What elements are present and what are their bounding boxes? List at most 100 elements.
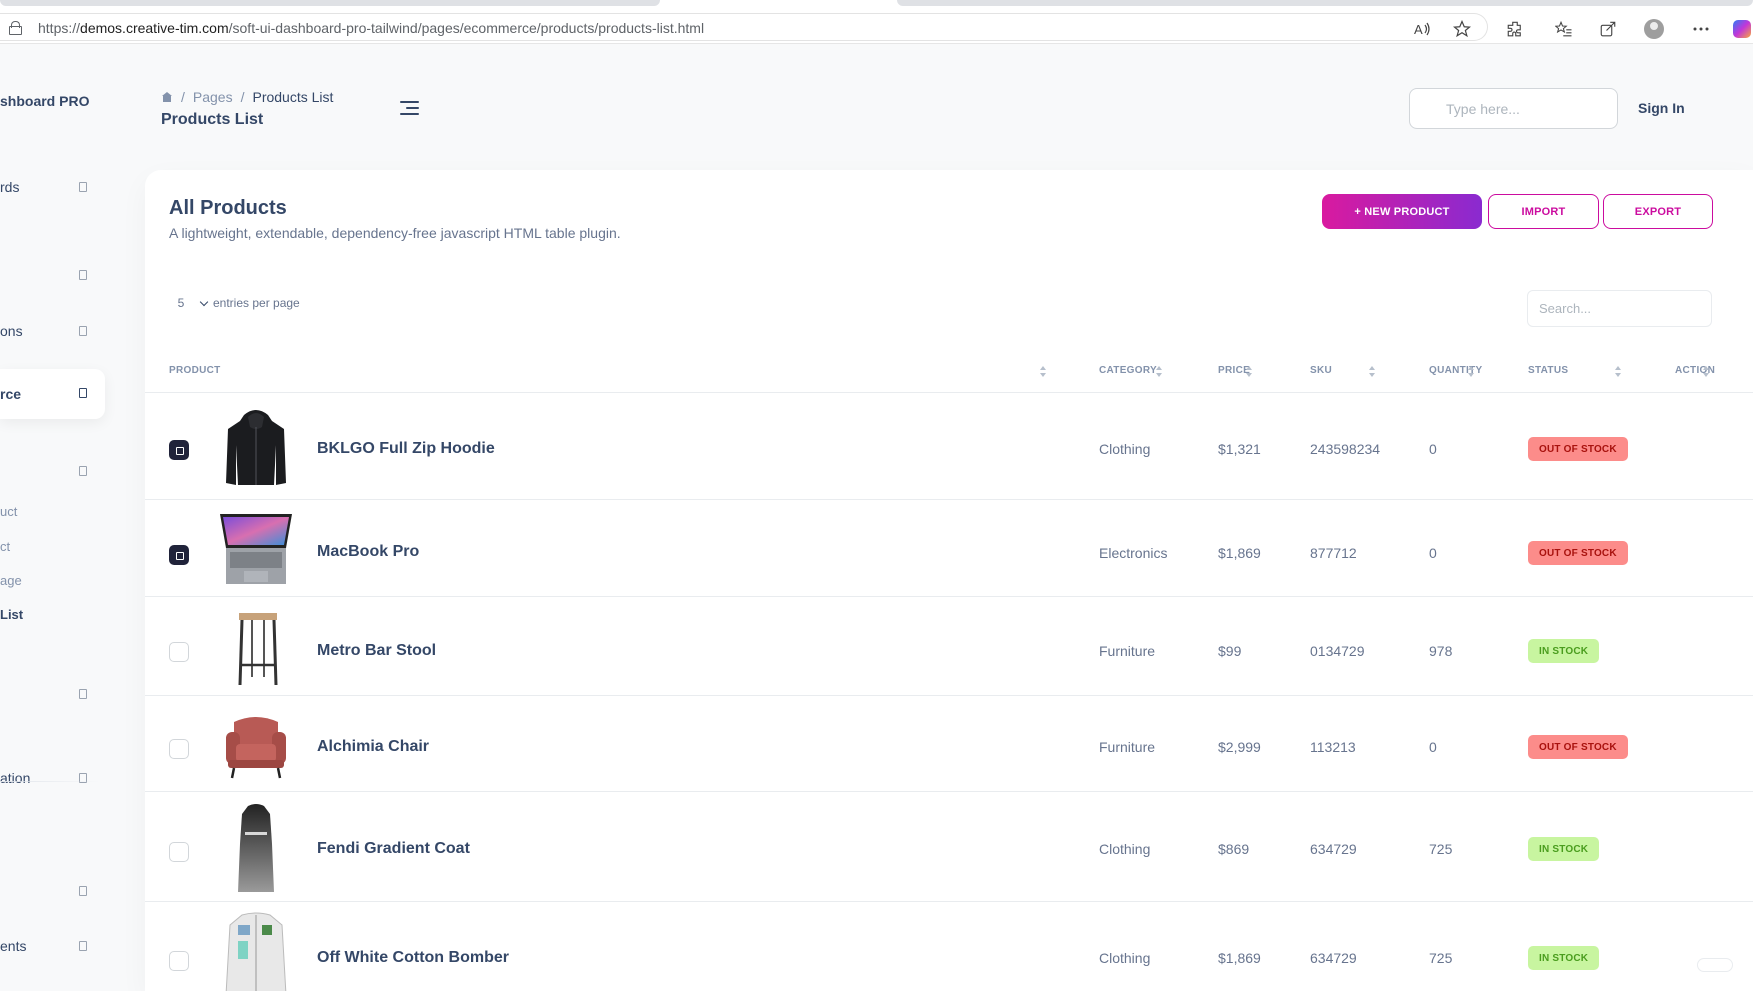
sort-icon[interactable] (1368, 365, 1376, 379)
sidebar-item-pages[interactable] (0, 251, 105, 301)
breadcrumb-pages[interactable]: Pages (193, 89, 233, 105)
export-button[interactable]: EXPORT (1603, 194, 1713, 229)
product-category: Clothing (1099, 950, 1151, 966)
sort-icon[interactable] (1467, 365, 1475, 379)
lock-icon[interactable] (9, 21, 22, 35)
table-row: BKLGO Full Zip Hoodie Clothing $1,321 24… (145, 394, 1753, 500)
sort-icon[interactable] (1614, 365, 1622, 379)
product-sku: 877712 (1310, 545, 1357, 561)
sidebar-item-basic[interactable] (0, 867, 105, 917)
import-button[interactable]: IMPORT (1488, 194, 1599, 229)
status-badge: IN STOCK (1528, 639, 1600, 663)
browser-address-bar: https://demos.creative-tim.com/soft-ui-d… (0, 10, 1753, 44)
product-price: $869 (1218, 841, 1250, 857)
chevron-down-icon[interactable] (199, 298, 209, 308)
sidebar-subitem-edit-product[interactable]: ct (0, 539, 10, 554)
chevron-icon (79, 388, 87, 398)
chevron-icon (79, 326, 87, 336)
status-badge: OUT OF STOCK (1528, 541, 1628, 565)
sidebar-item-applications[interactable]: ons (0, 307, 105, 357)
product-category: Furniture (1099, 739, 1156, 755)
more-options-icon[interactable] (1690, 19, 1712, 39)
row-checkbox[interactable] (169, 739, 189, 759)
product-name-link[interactable]: Off White Cotton Bomber (317, 949, 509, 967)
url-text[interactable]: https://demos.creative-tim.com/soft-ui-d… (38, 20, 704, 36)
product-name-link[interactable]: Alchimia Chair (317, 738, 429, 756)
entries-per-page: 5 entries per page (169, 296, 300, 310)
product-price: $2,999 (1218, 739, 1261, 755)
share-icon[interactable] (1597, 19, 1619, 39)
sidebar-item-components[interactable]: ents (0, 922, 105, 972)
page-title: Products List (161, 111, 264, 128)
card-subtitle: A lightweight, extendable, dependency-fr… (169, 225, 621, 241)
row-checkbox[interactable] (169, 951, 189, 971)
new-product-button[interactable]: + NEW PRODUCT (1322, 194, 1482, 229)
product-category: Clothing (1099, 841, 1151, 857)
product-image-bar-stool (238, 613, 278, 686)
column-header-category[interactable]: CATEGORY (1099, 365, 1157, 376)
copilot-icon[interactable] (1731, 19, 1753, 39)
brand-name[interactable]: shboard PRO (0, 93, 89, 109)
row-checkbox[interactable] (169, 842, 189, 862)
sidebar-subitem-products-list[interactable]: List (0, 607, 23, 622)
header-search-input[interactable] (1409, 88, 1618, 129)
product-image-macbook (220, 514, 292, 584)
product-quantity: 978 (1429, 643, 1453, 659)
sort-icon[interactable] (1245, 365, 1253, 379)
row-checkbox[interactable] (169, 440, 189, 460)
product-category: Furniture (1099, 643, 1156, 659)
browser-tab[interactable] (897, 0, 1753, 6)
sidebar-subitem-product-page[interactable]: age (0, 573, 22, 588)
favorites-list-icon[interactable] (1553, 19, 1575, 39)
sidebar-item-authentication[interactable]: ation (0, 754, 105, 804)
row-checkbox[interactable] (169, 642, 189, 662)
product-image-coat (238, 804, 274, 892)
product-quantity: 725 (1429, 950, 1453, 966)
product-name-link[interactable]: BKLGO Full Zip Hoodie (317, 440, 495, 458)
extensions-icon[interactable] (1504, 19, 1526, 39)
sign-in-link[interactable]: Sign In (1638, 100, 1685, 116)
sidebar-item-label: ents (0, 938, 27, 954)
chevron-icon (79, 466, 87, 476)
status-badge: OUT OF STOCK (1528, 437, 1628, 461)
table-row: Metro Bar Stool Furniture $99 0134729 97… (145, 597, 1753, 696)
row-checkbox[interactable] (169, 545, 189, 565)
table-row: Alchimia Chair Furniture $2,999 113213 0… (145, 696, 1753, 792)
sidebar-item-label: rce (0, 386, 22, 402)
profile-avatar-icon[interactable] (1643, 19, 1665, 39)
sidebar-item-orders[interactable] (0, 670, 105, 720)
product-price: $1,869 (1218, 950, 1261, 966)
floating-widget-button[interactable] (1697, 958, 1733, 972)
product-name-link[interactable]: MacBook Pro (317, 543, 419, 561)
column-header-status[interactable]: STATUS (1528, 365, 1568, 376)
chevron-icon (79, 689, 87, 699)
sort-icon[interactable] (1155, 365, 1163, 379)
sidebar-item-changelog[interactable]: g (0, 978, 105, 991)
home-icon[interactable] (161, 92, 173, 102)
product-image-hoodie (226, 410, 286, 485)
product-name-link[interactable]: Fendi Gradient Coat (317, 840, 470, 858)
sort-icon[interactable] (1039, 365, 1047, 379)
sidebar-item-dashboards[interactable]: rds (0, 163, 105, 213)
url-field[interactable]: https://demos.creative-tim.com/soft-ui-d… (0, 13, 1488, 41)
table-row: Fendi Gradient Coat Clothing $869 634729… (145, 792, 1753, 902)
favorite-star-icon[interactable] (1451, 19, 1473, 39)
product-image-chair (226, 717, 286, 779)
product-name-link[interactable]: Metro Bar Stool (317, 642, 436, 660)
sidebar-item-products[interactable] (0, 447, 105, 497)
product-quantity: 0 (1429, 441, 1437, 457)
sidebar-item-ecommerce[interactable]: rce (0, 369, 105, 419)
browser-tab[interactable] (0, 0, 660, 6)
column-header-product[interactable]: PRODUCT (169, 365, 221, 376)
product-image-bomber-jacket (225, 912, 287, 991)
entries-select-value[interactable]: 5 (169, 296, 193, 310)
read-aloud-icon[interactable]: A (1412, 19, 1434, 39)
column-header-sku[interactable]: SKU (1310, 365, 1332, 376)
status-badge: IN STOCK (1528, 946, 1600, 970)
sidenav-toggle-icon[interactable] (400, 100, 419, 117)
chevron-icon (79, 941, 87, 951)
sort-icon[interactable] (1702, 365, 1710, 379)
sidebar-subitem-new-product[interactable]: uct (0, 504, 17, 519)
table-search-input[interactable] (1527, 290, 1712, 327)
breadcrumb: / Pages / Products List (161, 89, 333, 105)
